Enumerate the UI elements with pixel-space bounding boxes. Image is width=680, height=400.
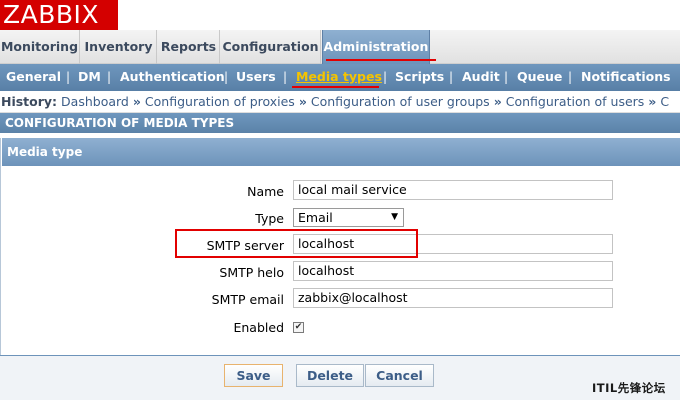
- enabled-checkbox[interactable]: ✔: [293, 322, 304, 333]
- submenu-separator: |: [107, 70, 112, 84]
- submenu-users[interactable]: Users: [236, 64, 276, 91]
- breadcrumb-link-truncated[interactable]: C: [660, 94, 669, 109]
- submenu-separator: |: [66, 70, 71, 84]
- page-title: CONFIGURATION OF MEDIA TYPES: [0, 113, 680, 133]
- smtp-helo-input[interactable]: localhost: [293, 261, 613, 281]
- submenu-separator: |: [283, 70, 288, 84]
- annotation-highlight-smtp-server: [175, 229, 418, 258]
- type-label: Type: [255, 211, 284, 226]
- submenu-dm[interactable]: DM: [78, 64, 101, 91]
- breadcrumb-link-users[interactable]: Configuration of users: [506, 94, 645, 109]
- breadcrumb-arrow: »: [132, 94, 141, 109]
- menu-reports[interactable]: Reports: [158, 30, 220, 64]
- enabled-label: Enabled: [233, 320, 284, 335]
- breadcrumb-arrow: »: [298, 94, 307, 109]
- smtp-helo-label: SMTP helo: [219, 265, 284, 280]
- name-label: Name: [247, 184, 284, 199]
- annotation-underline-media-types: [292, 86, 379, 88]
- menu-inventory[interactable]: Inventory: [81, 30, 157, 64]
- delete-button[interactable]: Delete: [296, 364, 364, 387]
- top-bar: ZABBIX: [0, 0, 680, 30]
- menu-configuration[interactable]: Configuration: [221, 30, 321, 64]
- submenu-authentication[interactable]: Authentication: [120, 64, 225, 91]
- zabbix-logo[interactable]: ZABBIX: [0, 0, 118, 30]
- form-title: Media type: [2, 138, 680, 166]
- save-button[interactable]: Save: [224, 364, 283, 387]
- breadcrumb-arrow: »: [493, 94, 502, 109]
- breadcrumb-link-proxies[interactable]: Configuration of proxies: [145, 94, 295, 109]
- submenu-separator: |: [224, 70, 229, 84]
- type-select-value: Email: [298, 210, 333, 225]
- smtp-email-label: SMTP email: [211, 292, 284, 307]
- dropdown-arrow-icon: ▼: [391, 212, 398, 222]
- submenu-separator: |: [449, 70, 454, 84]
- submenu-separator: |: [504, 70, 509, 84]
- submenu-separator: |: [568, 70, 573, 84]
- watermark-text: ITIL先锋论坛: [592, 381, 666, 395]
- submenu-notifications[interactable]: Notifications: [581, 64, 671, 91]
- annotation-underline-administration: [326, 59, 436, 61]
- submenu-separator: |: [383, 70, 388, 84]
- menu-monitoring[interactable]: Monitoring: [0, 30, 80, 64]
- type-select[interactable]: Email ▼: [293, 208, 404, 227]
- history-label: History:: [1, 94, 58, 109]
- cancel-button[interactable]: Cancel: [365, 364, 434, 387]
- submenu-scripts[interactable]: Scripts: [395, 64, 444, 91]
- smtp-email-input[interactable]: zabbix@localhost: [293, 288, 613, 308]
- breadcrumb-link-dashboard[interactable]: Dashboard: [61, 94, 129, 109]
- breadcrumb-link-user-groups[interactable]: Configuration of user groups: [311, 94, 490, 109]
- breadcrumb: History: Dashboard » Configuration of pr…: [0, 91, 680, 113]
- submenu-audit[interactable]: Audit: [462, 64, 500, 91]
- name-input[interactable]: local mail service: [293, 180, 613, 200]
- breadcrumb-arrow: »: [648, 94, 657, 109]
- submenu-general[interactable]: General: [6, 64, 61, 91]
- submenu-queue[interactable]: Queue: [517, 64, 562, 91]
